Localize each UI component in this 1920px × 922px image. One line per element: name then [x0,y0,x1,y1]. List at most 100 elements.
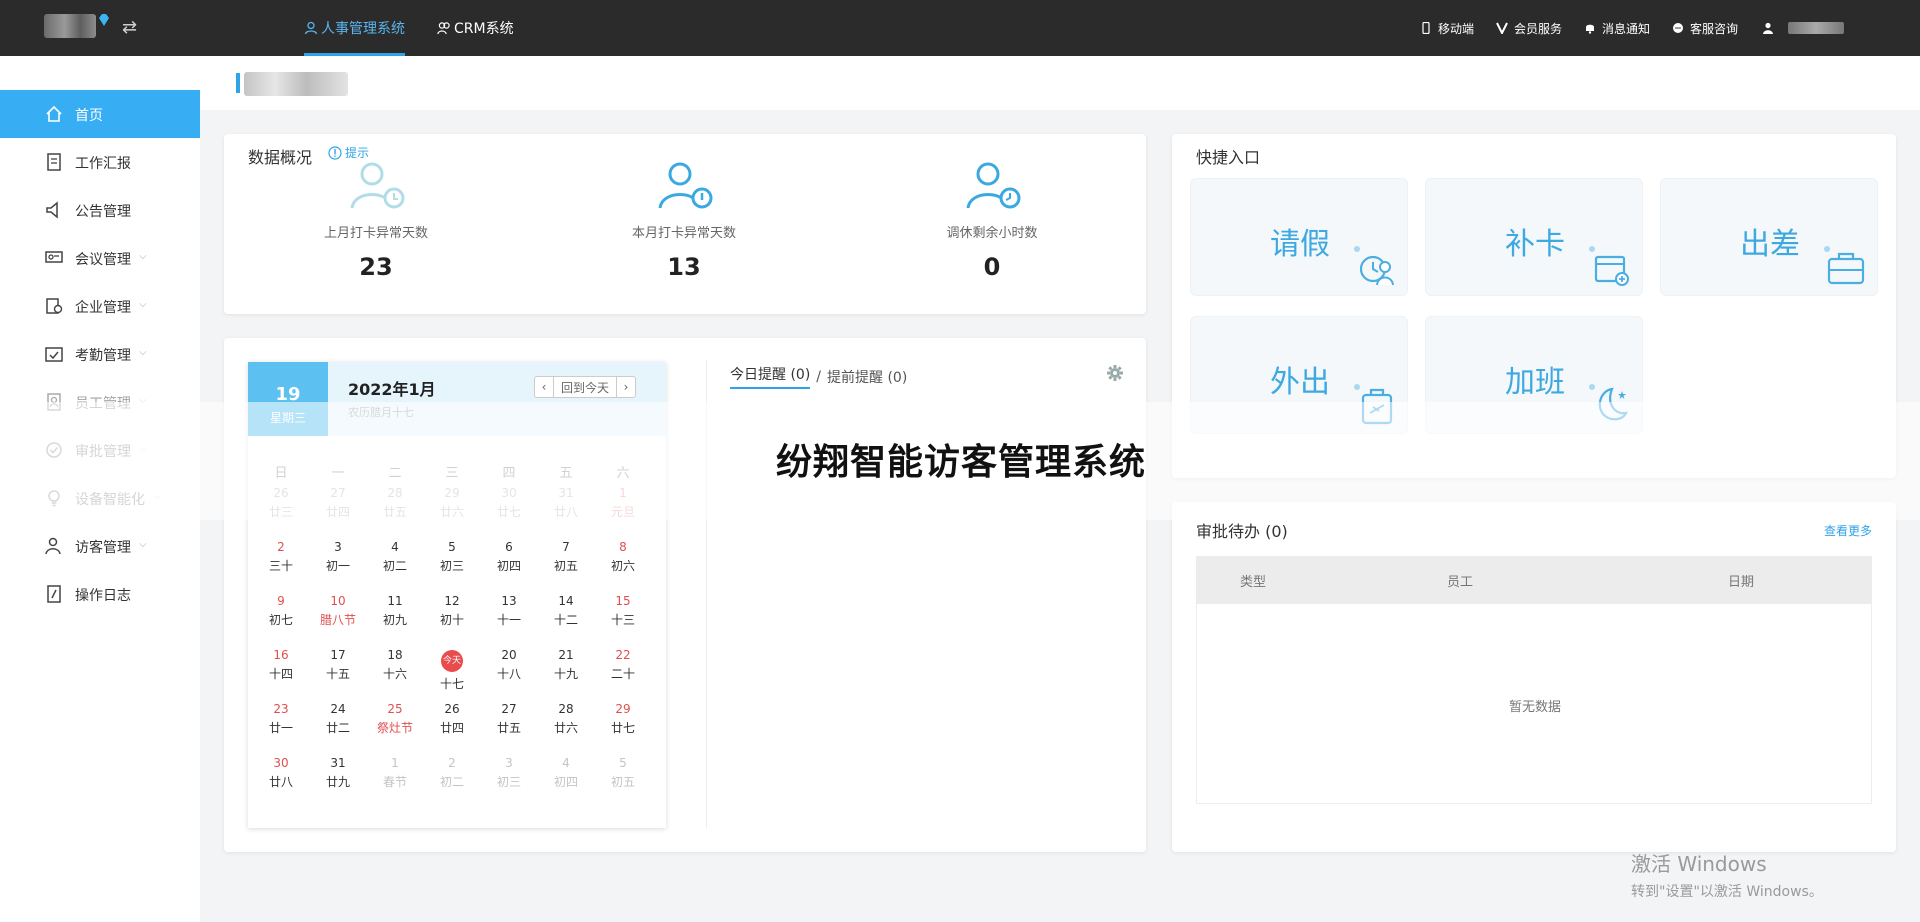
lunar-day: 初九 [382,613,407,627]
tab-advance-reminder[interactable]: 提前提醒 (0) [827,367,907,387]
calendar-day-cell[interactable]: 31 廿九 [309,756,367,790]
quick-entry-title: 快捷入口 [1196,148,1261,167]
calendar-day-cell[interactable]: 18 十六 [366,648,424,682]
sidebar-item-10[interactable]: 操作日志 [0,570,200,618]
gear-icon[interactable] [1106,364,1124,382]
column-header[interactable]: 类型 [1196,556,1310,604]
hint-link[interactable]: 提示 [328,144,369,161]
stat-label: 调休剩余小时数 [946,226,1038,241]
sidebar-item-8[interactable]: 设备智能化 ⌵ [0,474,200,522]
quick-card-supplement[interactable]: 补卡 [1425,178,1643,296]
logo[interactable] [44,14,96,38]
day-number: 31 [330,756,346,770]
calendar-day-cell[interactable]: 21 十九 [537,648,595,682]
sidebar-item-7[interactable]: 审批管理 ⌵ [0,426,200,474]
calendar-day-cell[interactable]: 10 腊八节 [309,594,367,628]
switch-icon[interactable]: ⇄ [122,18,142,38]
calendar-day-cell[interactable]: 28 廿六 [537,702,595,736]
megaphone-icon [46,201,58,219]
calendar-day-cell[interactable]: 28 廿五 [366,486,424,520]
calendar-day-cell[interactable]: 25 祭灶节 [366,702,424,736]
calendar-day-cell[interactable]: 9 初七 [252,594,310,628]
calendar-day-cell[interactable]: 27 廿四 [309,486,367,520]
calendar-day-cell[interactable]: 2 初二 [423,756,481,790]
calendar-day-cell[interactable]: 26 廿三 [252,486,310,520]
tab-crm-system[interactable]: CRM系统 [437,0,514,56]
view-more-link[interactable]: 查看更多 [1824,522,1872,539]
calendar-day-cell[interactable]: 29 廿六 [423,486,481,520]
support-link[interactable]: 客服咨询 [1672,20,1738,37]
day-number: 14 [558,594,574,608]
calendar-day-cell[interactable]: 22 二十 [594,648,652,682]
day-number: 29 [615,702,631,716]
calendar-day-cell[interactable]: 3 初一 [309,540,367,574]
calendar-day-cell[interactable]: 5 初三 [423,540,481,574]
back-to-today-button[interactable]: 回到今天 [553,377,617,397]
sidebar-item-0[interactable]: 首页 [0,90,200,138]
support-label: 客服咨询 [1690,21,1739,36]
day-number: 3 [334,540,342,554]
column-header[interactable]: 员工 [1310,556,1610,604]
sidebar-item-label: 企业管理 [75,300,131,316]
vip-link[interactable]: 会员服务 [1496,20,1562,37]
calendar-day-cell[interactable]: 26 廿四 [423,702,481,736]
calendar-day-cell[interactable]: 1 春节 [366,756,424,790]
calendar-day-cell[interactable]: 30 廿七 [480,486,538,520]
calendar-day-cell[interactable]: 4 初二 [366,540,424,574]
calendar-day-cell[interactable]: 1 元旦 [594,486,652,520]
calendar-day-cell[interactable]: 今天 十七 [423,648,481,692]
sidebar-item-2[interactable]: 公告管理 [0,186,200,234]
quick-overtime[interactable]: 加班 [1425,316,1643,434]
day-number: 27 [330,486,346,500]
mobile-link[interactable]: 移动端 [1420,20,1474,37]
sidebar-item-6[interactable]: 员工管理 ⌵ [0,378,200,426]
calendar-day-cell[interactable]: 3 初三 [480,756,538,790]
calendar-day-cell[interactable]: 23 廿一 [252,702,310,736]
tab-today-reminder[interactable]: 今日提醒 (0) [730,364,811,389]
weekday-header: 日 [274,466,288,481]
calendar-day-cell[interactable]: 5 初五 [594,756,652,790]
calendar-day-cell[interactable]: 20 十八 [480,648,538,682]
user-menu[interactable] [1762,22,1845,34]
document-icon [47,153,61,171]
column-header[interactable]: 日期 [1610,556,1872,604]
prev-month-button[interactable]: ‹ [535,377,553,397]
lunar-day: 初七 [268,613,293,627]
calendar-day-cell[interactable]: 27 廿五 [480,702,538,736]
calendar-day-cell[interactable]: 2 三十 [252,540,310,574]
calendar-day-cell[interactable]: 30 廿八 [252,756,310,790]
sidebar-item-1[interactable]: 工作汇报 [0,138,200,186]
lunar-day: 初六 [610,559,635,573]
calendar-day-cell[interactable]: 29 廿七 [594,702,652,736]
next-month-button[interactable]: › [617,377,635,397]
calendar-day-cell[interactable]: 7 初五 [537,540,595,574]
calendar-day-cell[interactable]: 13 十一 [480,594,538,628]
lunar-day: 十九 [553,667,578,681]
calendar-day-cell[interactable]: 12 初十 [423,594,481,628]
weekday-header: 一 [331,466,345,481]
calendar-day-cell[interactable]: 16 十四 [252,648,310,682]
calendar-day-cell[interactable]: 17 十五 [309,648,367,682]
calendar-day-cell[interactable]: 31 廿八 [537,486,595,520]
quick-leave[interactable]: 请假 [1190,178,1408,296]
sidebar-item-9[interactable]: 访客管理 ⌵ [0,522,200,570]
quick-go-out[interactable]: 外出 [1190,316,1408,434]
day-number: 3 [505,756,513,770]
sidebar-item-4[interactable]: 企业管理 ⌵ [0,282,200,330]
sidebar-item-3[interactable]: 会议管理 ⌵ [0,234,200,282]
tab-crm-system-label: CRM系统 [454,21,514,37]
tab-hr-system[interactable]: 人事管理系统 [304,0,405,56]
calendar-day-cell[interactable]: 15 十三 [594,594,652,628]
calendar-day-cell[interactable]: 14 十二 [537,594,595,628]
calendar-day-cell[interactable]: 11 初九 [366,594,424,628]
quick-entry-card: 快捷入口 请假 补卡 出差 外出 加班 [1172,134,1896,478]
calendar-day-cell[interactable]: 4 初四 [537,756,595,790]
quick-business-trip[interactable]: 出差 [1660,178,1878,296]
day-number: 22 [615,648,631,662]
sidebar-item-5[interactable]: 考勤管理 ⌵ [0,330,200,378]
notification-link[interactable]: 消息通知 [1584,20,1650,37]
calendar-day-cell[interactable]: 24 廿二 [309,702,367,736]
users-icon [437,22,450,35]
calendar-day-cell[interactable]: 6 初四 [480,540,538,574]
calendar-day-cell[interactable]: 8 初六 [594,540,652,574]
